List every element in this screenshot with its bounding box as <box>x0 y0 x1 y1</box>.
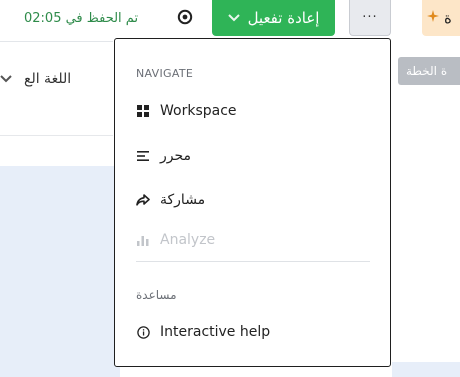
chevron-down-icon <box>0 72 12 86</box>
plan-button[interactable]: ة <box>422 0 460 36</box>
chevron-down-icon <box>227 12 240 25</box>
menu-item-label: Analyze <box>160 232 216 248</box>
language-selector[interactable]: اللغة الع <box>0 66 113 92</box>
menu-item-label: محرر <box>160 148 192 164</box>
menu-item-workspace[interactable]: Workspace <box>136 99 372 123</box>
menu-item-editor[interactable]: محرر <box>136 144 372 168</box>
grid-icon <box>136 105 150 117</box>
reactivate-button[interactable]: إعادة تفعيل <box>212 0 335 36</box>
plan-label: ة <box>444 9 452 27</box>
menu-section-navigate: NAVIGATE <box>136 67 194 80</box>
more-options-menu: NAVIGATE Workspace محرر مشاركة Analyze م… <box>114 38 391 367</box>
menu-divider <box>136 261 370 262</box>
eye-icon <box>177 9 193 29</box>
menu-item-share[interactable]: مشاركة <box>136 188 372 212</box>
canvas-area <box>0 166 120 377</box>
preview-button[interactable] <box>166 4 204 34</box>
menu-item-interactive-help[interactable]: Interactive help <box>136 320 372 344</box>
menu-item-label: Interactive help <box>160 324 271 340</box>
reactivate-label: إعادة تفعيل <box>247 9 320 27</box>
menu-item-label: Workspace <box>160 103 237 119</box>
more-label: ··· <box>362 10 378 25</box>
left-divider <box>0 41 113 42</box>
right-panel <box>392 38 460 377</box>
share-icon <box>136 194 150 206</box>
more-options-button[interactable]: ··· <box>349 0 391 36</box>
left-divider-2 <box>0 135 113 136</box>
language-label: اللغة الع <box>24 71 72 87</box>
saved-status-text: تم الحفظ في 02:05 <box>24 11 139 26</box>
menu-item-analyze: Analyze <box>136 228 372 252</box>
right-canvas-area <box>392 362 460 377</box>
menu-section-help: مساعدة <box>136 288 177 302</box>
menu-item-label: مشاركة <box>160 192 206 208</box>
bar-chart-icon <box>136 234 150 246</box>
info-icon <box>136 325 150 339</box>
align-icon <box>136 150 150 162</box>
plan-tooltip: ة الخطة <box>398 57 460 85</box>
sparkle-icon <box>426 9 440 27</box>
top-toolbar: تم الحفظ في 02:05 إعادة تفعيل ··· ة <box>0 0 460 38</box>
